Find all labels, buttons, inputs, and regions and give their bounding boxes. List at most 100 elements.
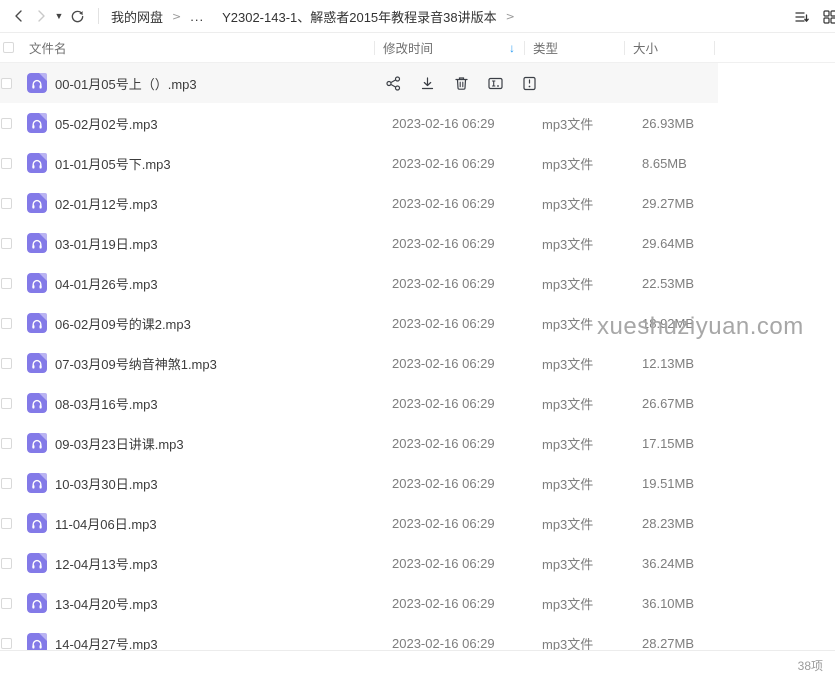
file-name[interactable]: 11-04月06日.mp3 <box>55 514 384 533</box>
file-name[interactable]: 01-01月05号下.mp3 <box>55 154 384 173</box>
file-type: mp3文件 <box>534 514 634 533</box>
file-row[interactable]: 06-02月09号的课2.mp3 2023-02-16 06:29 mp3文件 … <box>0 303 835 343</box>
download-icon[interactable] <box>419 75 436 92</box>
mp3-file-icon <box>27 353 47 373</box>
select-all-checkbox[interactable] <box>3 42 14 53</box>
row-checkbox[interactable] <box>1 398 12 409</box>
forward-button[interactable] <box>30 5 52 27</box>
breadcrumb-root[interactable]: 我的网盘 <box>111 7 163 26</box>
back-button[interactable] <box>8 5 30 27</box>
history-dropdown-button[interactable]: ▼ <box>52 5 66 27</box>
file-row[interactable]: 08-03月16号.mp3 2023-02-16 06:29 mp3文件 26.… <box>0 383 835 423</box>
toolbar: ▼ 我的网盘 > ... Y2302-143-1、解惑者2015年教程录音38讲… <box>0 0 835 33</box>
row-checkbox[interactable] <box>1 198 12 209</box>
file-name[interactable]: 13-04月20号.mp3 <box>55 594 384 613</box>
column-label-modified: 修改时间 <box>383 38 433 57</box>
file-row[interactable]: 03-01月19日.mp3 2023-02-16 06:29 mp3文件 29.… <box>0 223 835 263</box>
row-checkbox[interactable] <box>1 598 12 609</box>
file-row[interactable]: 14-04月27号.mp3 2023-02-16 06:29 mp3文件 28.… <box>0 623 835 650</box>
row-checkbox[interactable] <box>1 558 12 569</box>
column-header-type[interactable]: 类型 <box>525 33 625 62</box>
file-size: 36.24MB <box>634 556 724 571</box>
breadcrumb-ellipsis[interactable]: ... <box>190 9 204 24</box>
column-label-type: 类型 <box>533 38 558 57</box>
file-modified: 2023-02-16 06:29 <box>384 356 534 371</box>
file-name[interactable]: 07-03月09号纳音神煞1.mp3 <box>55 354 384 373</box>
mp3-file-icon <box>27 273 47 293</box>
file-type: mp3文件 <box>534 634 634 651</box>
file-row[interactable]: 09-03月23日讲课.mp3 2023-02-16 06:29 mp3文件 1… <box>0 423 835 463</box>
file-size: 26.93MB <box>634 116 724 131</box>
file-row[interactable]: 11-04月06日.mp3 2023-02-16 06:29 mp3文件 28.… <box>0 503 835 543</box>
row-checkbox[interactable] <box>1 158 12 169</box>
file-modified: 2023-02-16 06:29 <box>384 556 534 571</box>
mp3-file-icon <box>27 153 47 173</box>
file-name[interactable]: 00-01月05号上（）.mp3 <box>55 74 384 93</box>
row-checkbox[interactable] <box>1 518 12 529</box>
file-row[interactable]: 04-01月26号.mp3 2023-02-16 06:29 mp3文件 22.… <box>0 263 835 303</box>
breadcrumb-current-folder[interactable]: Y2302-143-1、解惑者2015年教程录音38讲版本 <box>222 7 497 26</box>
file-name[interactable]: 06-02月09号的课2.mp3 <box>55 314 384 333</box>
file-row[interactable]: 07-03月09号纳音神煞1.mp3 2023-02-16 06:29 mp3文… <box>0 343 835 383</box>
refresh-icon <box>70 9 85 24</box>
toolbar-right <box>775 0 835 33</box>
row-checkbox[interactable] <box>1 478 12 489</box>
column-header-modified[interactable]: 修改时间 ↓ <box>375 33 525 62</box>
file-row[interactable]: 01-01月05号下.mp3 2023-02-16 06:29 mp3文件 8.… <box>0 143 835 183</box>
rename-icon[interactable] <box>487 75 504 92</box>
grid-view-button[interactable] <box>820 7 835 27</box>
mp3-file-icon <box>27 553 47 573</box>
row-checkbox[interactable] <box>1 118 12 129</box>
row-checkbox[interactable] <box>1 638 12 649</box>
row-checkbox[interactable] <box>1 238 12 249</box>
file-modified: 2023-02-16 06:29 <box>384 236 534 251</box>
column-header-size[interactable]: 大小 <box>625 33 715 62</box>
file-size: 29.64MB <box>634 236 724 251</box>
file-type: mp3文件 <box>534 354 634 373</box>
file-name[interactable]: 12-04月13号.mp3 <box>55 554 384 573</box>
file-size: 29.27MB <box>634 196 724 211</box>
row-checkbox[interactable] <box>1 318 12 329</box>
refresh-button[interactable] <box>66 5 88 27</box>
file-size: 28.23MB <box>634 516 724 531</box>
breadcrumb-separator: > <box>172 10 181 23</box>
file-name[interactable]: 04-01月26号.mp3 <box>55 274 384 293</box>
chevron-left-icon <box>12 9 26 23</box>
more-icon[interactable] <box>521 75 538 92</box>
cloud-drive-window: ▼ 我的网盘 > ... Y2302-143-1、解惑者2015年教程录音38讲… <box>0 0 835 679</box>
file-type: mp3文件 <box>534 594 634 613</box>
file-row[interactable]: 13-04月20号.mp3 2023-02-16 06:29 mp3文件 36.… <box>0 583 835 623</box>
sort-descending-icon[interactable]: ↓ <box>509 41 515 55</box>
file-row[interactable]: 02-01月12号.mp3 2023-02-16 06:29 mp3文件 29.… <box>0 183 835 223</box>
sort-order-button[interactable] <box>792 7 812 27</box>
delete-icon[interactable] <box>453 75 470 92</box>
column-header-name[interactable]: 文件名 <box>0 33 375 62</box>
row-checkbox[interactable] <box>1 438 12 449</box>
mp3-file-icon <box>27 633 47 650</box>
file-name[interactable]: 09-03月23日讲课.mp3 <box>55 434 384 453</box>
file-row[interactable]: 05-02月02号.mp3 2023-02-16 06:29 mp3文件 26.… <box>0 103 835 143</box>
file-list: 00-01月05号上（）.mp3 <box>0 63 835 650</box>
file-name[interactable]: 03-01月19日.mp3 <box>55 234 384 253</box>
file-size: 36.10MB <box>634 596 724 611</box>
file-name[interactable]: 14-04月27号.mp3 <box>55 634 384 651</box>
file-modified: 2023-02-16 06:29 <box>384 396 534 411</box>
file-row[interactable]: 12-04月13号.mp3 2023-02-16 06:29 mp3文件 36.… <box>0 543 835 583</box>
file-type: mp3文件 <box>534 554 634 573</box>
file-name[interactable]: 05-02月02号.mp3 <box>55 114 384 133</box>
row-checkbox[interactable] <box>1 78 12 89</box>
file-type: mp3文件 <box>534 274 634 293</box>
file-row[interactable]: 00-01月05号上（）.mp3 <box>0 63 835 103</box>
file-type: mp3文件 <box>534 154 634 173</box>
table-header: 文件名 修改时间 ↓ 类型 大小 <box>0 33 835 63</box>
file-row[interactable]: 10-03月30日.mp3 2023-02-16 06:29 mp3文件 19.… <box>0 463 835 503</box>
file-name[interactable]: 10-03月30日.mp3 <box>55 474 384 493</box>
file-name[interactable]: 08-03月16号.mp3 <box>55 394 384 413</box>
file-type: mp3文件 <box>534 114 634 133</box>
file-name[interactable]: 02-01月12号.mp3 <box>55 194 384 213</box>
share-icon[interactable] <box>385 75 402 92</box>
row-checkbox[interactable] <box>1 358 12 369</box>
file-type: mp3文件 <box>534 474 634 493</box>
row-checkbox[interactable] <box>1 278 12 289</box>
file-size: 12.13MB <box>634 356 724 371</box>
